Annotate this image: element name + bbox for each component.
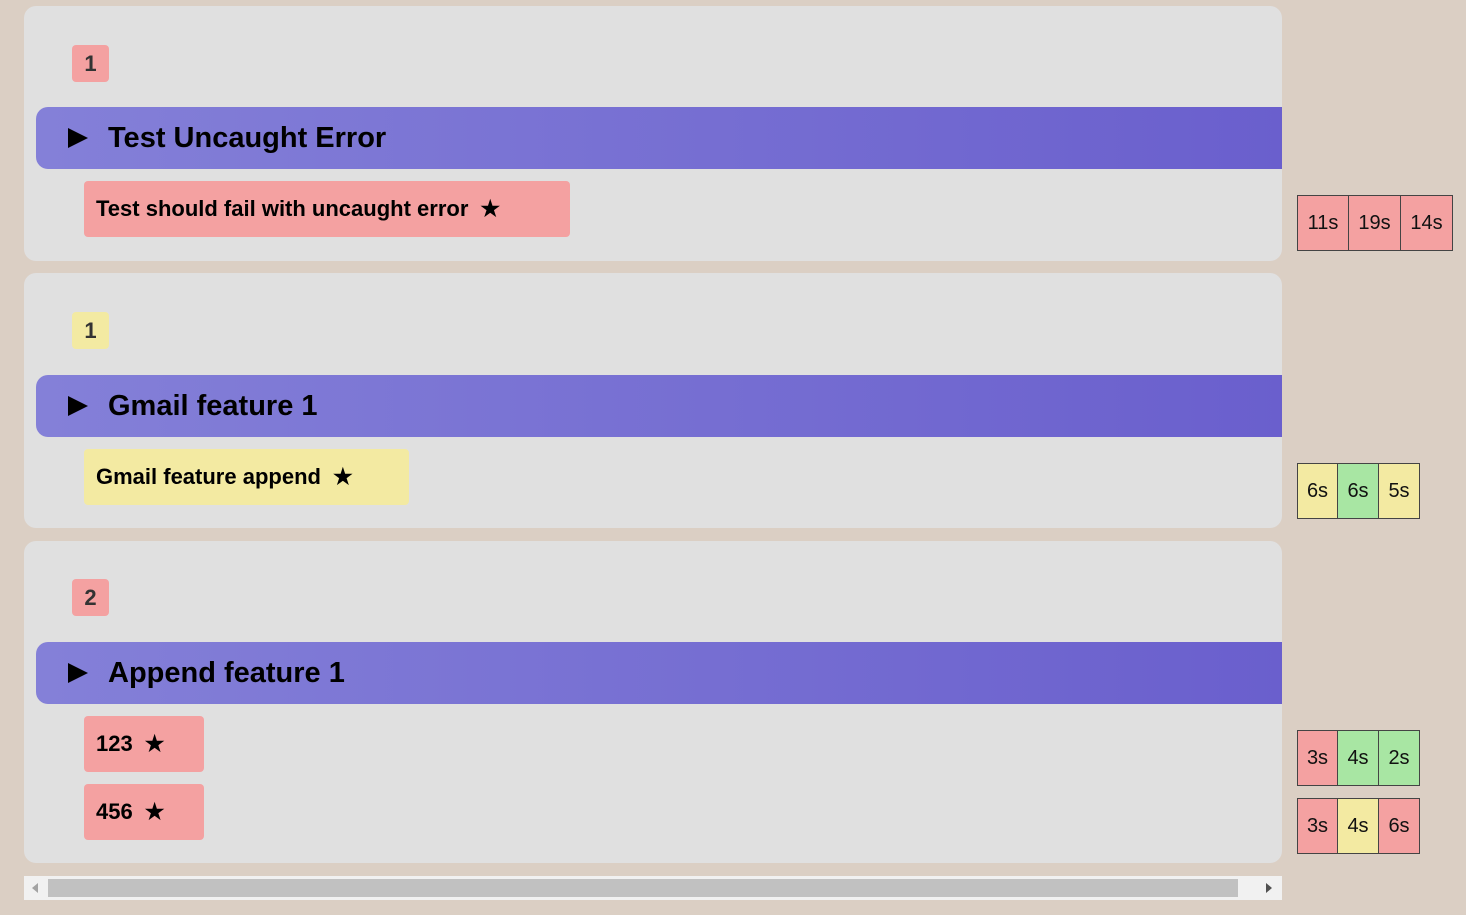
feature-title: Gmail feature 1 — [108, 389, 318, 422]
run-cell[interactable]: 14s — [1400, 195, 1453, 251]
suite-card: 1 Test Uncaught Error Test should fail w… — [24, 6, 1282, 261]
run-cell[interactable]: 6s — [1337, 463, 1379, 519]
scenario-item[interactable]: Gmail feature append ★ — [84, 449, 409, 505]
star-icon[interactable]: ★ — [145, 731, 165, 757]
scenario-label: Gmail feature append — [96, 464, 321, 489]
run-cell[interactable]: 3s — [1297, 798, 1338, 854]
feature-header-gmail-feature-1[interactable]: Gmail feature 1 — [36, 375, 1282, 437]
run-history: 6s 6s 5s — [1297, 463, 1420, 519]
scenario-label: 123 — [96, 731, 133, 756]
scenario-item[interactable]: 123 ★ — [84, 716, 204, 772]
star-icon[interactable]: ★ — [480, 196, 500, 222]
expand-arrow-icon[interactable] — [68, 396, 88, 416]
run-cell[interactable]: 6s — [1297, 463, 1338, 519]
run-cell[interactable]: 5s — [1378, 463, 1420, 519]
star-icon[interactable]: ★ — [333, 464, 353, 490]
suite-card: 2 Append feature 1 123 ★ 456 ★ — [24, 541, 1282, 863]
count-badge: 1 — [72, 45, 109, 82]
run-cell[interactable]: 4s — [1337, 798, 1379, 854]
feature-title: Test Uncaught Error — [108, 121, 387, 154]
run-cell[interactable]: 3s — [1297, 730, 1338, 786]
feature-title: Append feature 1 — [108, 656, 345, 689]
count-badge: 2 — [72, 579, 109, 616]
feature-header-test-uncaught-error[interactable]: Test Uncaught Error — [36, 107, 1282, 169]
run-cell[interactable]: 11s — [1297, 195, 1349, 251]
run-cell[interactable]: 4s — [1337, 730, 1379, 786]
expand-arrow-icon[interactable] — [68, 128, 88, 148]
feature-header-append-feature-1[interactable]: Append feature 1 — [36, 642, 1282, 704]
scenario-item[interactable]: 456 ★ — [84, 784, 204, 840]
scroll-left-arrow-icon[interactable] — [32, 883, 38, 893]
run-cell[interactable]: 6s — [1378, 798, 1420, 854]
run-history: 3s 4s 2s — [1297, 730, 1420, 786]
horizontal-scrollbar[interactable] — [24, 876, 1282, 900]
count-badge: 1 — [72, 312, 109, 349]
scenario-label: 456 — [96, 799, 133, 824]
scenario-item[interactable]: Test should fail with uncaught error ★ — [84, 181, 570, 237]
expand-arrow-icon[interactable] — [68, 663, 88, 683]
scroll-right-arrow-icon[interactable] — [1266, 883, 1272, 893]
suite-card: 1 Gmail feature 1 Gmail feature append ★ — [24, 273, 1282, 528]
scroll-thumb[interactable] — [48, 879, 1238, 897]
star-icon[interactable]: ★ — [145, 799, 165, 825]
run-history: 11s 19s 14s — [1297, 195, 1453, 251]
run-cell[interactable]: 19s — [1348, 195, 1401, 251]
scenario-label: Test should fail with uncaught error — [96, 196, 469, 221]
run-cell[interactable]: 2s — [1378, 730, 1420, 786]
run-history: 3s 4s 6s — [1297, 798, 1420, 854]
